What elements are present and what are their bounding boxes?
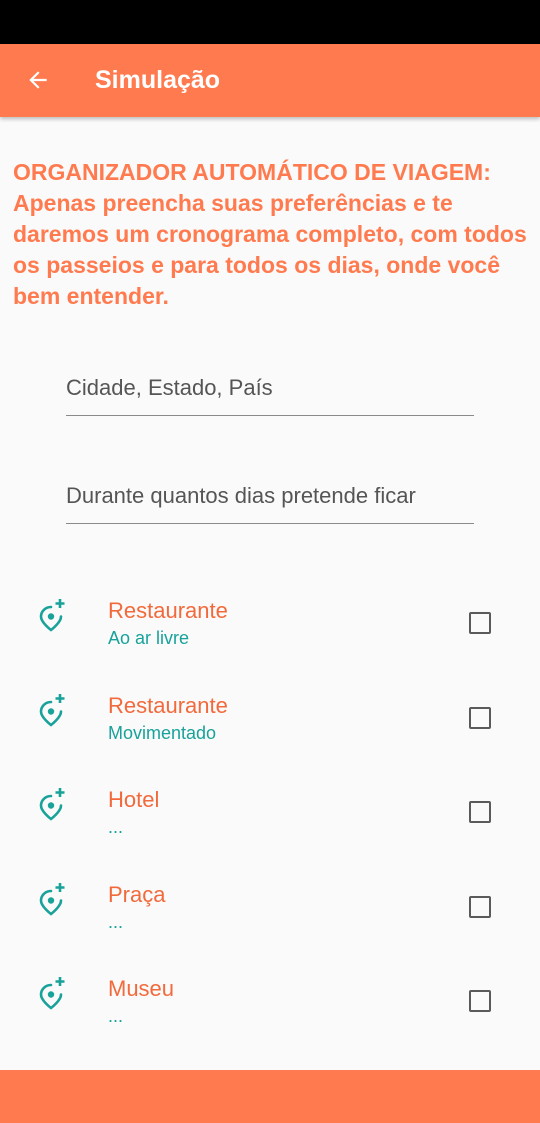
option-item[interactable]: Hotel ... xyxy=(0,787,540,867)
arrow-left-icon xyxy=(29,71,47,89)
intro-text: ORGANIZADOR AUTOMÁTICO DE VIAGEM: Apenas… xyxy=(13,159,527,309)
back-button[interactable] xyxy=(18,60,58,100)
option-item[interactable]: Restaurante Movimentado xyxy=(0,693,540,773)
option-title: Restaurante xyxy=(108,598,228,623)
bottom-bar xyxy=(0,1070,540,1123)
option-checkbox[interactable] xyxy=(469,990,491,1012)
add-location-icon xyxy=(39,788,65,821)
option-title: Praça xyxy=(108,882,166,907)
option-subtitle: ... xyxy=(108,912,124,932)
add-location-icon xyxy=(39,694,65,727)
option-item[interactable]: Praça ... xyxy=(0,882,540,962)
status-bar xyxy=(0,0,540,44)
option-checkbox[interactable] xyxy=(469,612,491,634)
add-location-icon xyxy=(39,977,65,1010)
add-location-icon xyxy=(39,883,65,916)
option-title: Museu xyxy=(108,976,175,1001)
option-subtitle: ... xyxy=(108,817,124,837)
page-title: Simulação xyxy=(95,66,221,94)
option-checkbox[interactable] xyxy=(469,801,491,823)
option-title: Hotel xyxy=(108,787,160,812)
days-input[interactable] xyxy=(66,469,474,523)
add-location-icon xyxy=(39,599,65,632)
city-field[interactable] xyxy=(66,361,474,416)
days-field[interactable] xyxy=(66,469,474,524)
app-bar: Simulação xyxy=(0,44,540,117)
option-subtitle: ... xyxy=(108,1006,124,1026)
option-title: Restaurante xyxy=(108,693,228,718)
option-item[interactable]: Museu ... xyxy=(0,976,540,1056)
option-subtitle: Movimentado xyxy=(108,723,217,743)
option-checkbox[interactable] xyxy=(469,896,491,918)
option-subtitle: Ao ar livre xyxy=(108,628,190,648)
city-input[interactable] xyxy=(66,361,474,415)
option-checkbox[interactable] xyxy=(469,707,491,729)
option-item[interactable]: Restaurante Ao ar livre xyxy=(0,598,540,678)
